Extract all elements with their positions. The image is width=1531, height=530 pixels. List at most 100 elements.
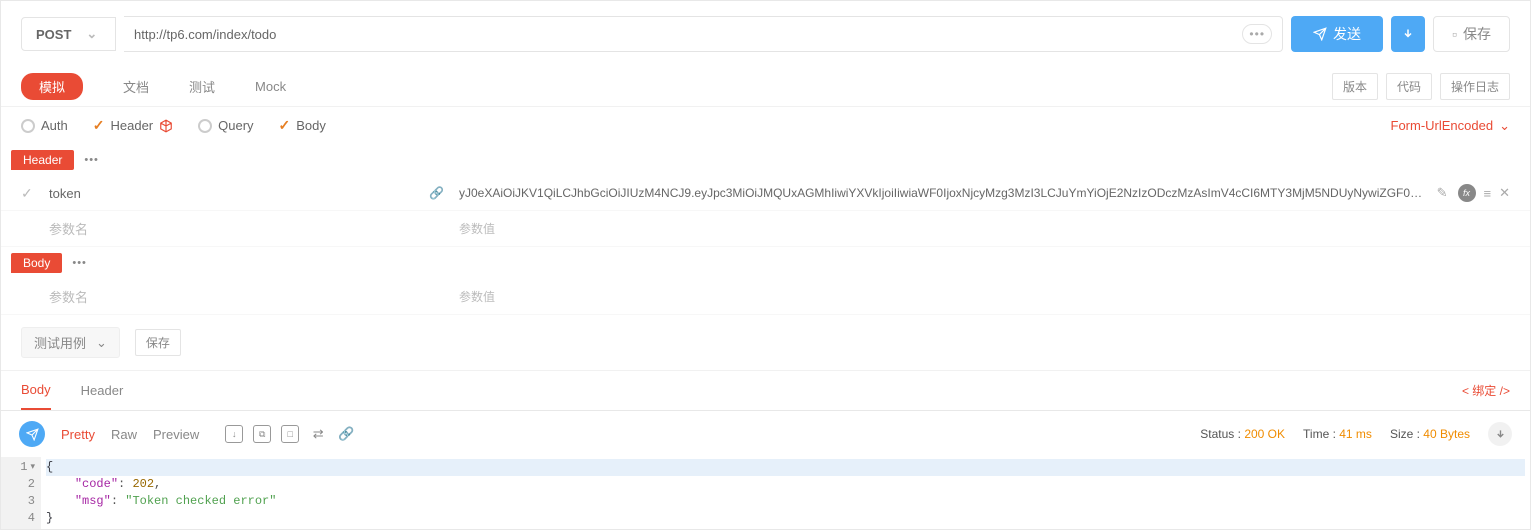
param-name-input[interactable]: 参数名	[49, 287, 419, 306]
line-gutter: 1▾ 2 3 4	[1, 457, 41, 529]
param-value-input[interactable]: 参数值	[459, 288, 1510, 305]
response-body-viewer: 1▾ 2 3 4 { "code": 202, "msg": "Token ch…	[1, 457, 1530, 529]
fold-icon[interactable]: ▾	[30, 459, 35, 476]
size-label: Size :	[1390, 427, 1420, 441]
tab-header[interactable]: ✓ Header	[93, 117, 173, 134]
radio-icon	[21, 119, 35, 133]
body-row-empty: 参数名 参数值	[1, 279, 1530, 315]
header-name[interactable]: token	[49, 186, 419, 201]
send-icon	[1313, 27, 1327, 41]
status-block: Status : 200 OK	[1200, 427, 1285, 441]
version-button[interactable]: 版本	[1332, 73, 1378, 100]
url-input[interactable]: http://tp6.com/index/todo •••	[124, 16, 1283, 52]
tool-icons: ↓ ⧉ □ ⇄ 🔗	[225, 425, 355, 443]
close-icon[interactable]: ✕	[1499, 185, 1510, 201]
url-value: http://tp6.com/index/todo	[134, 27, 1242, 42]
section-tabs: Auth ✓ Header Query ✓ Body Form-UrlEncod…	[1, 107, 1530, 144]
tab-query[interactable]: Query	[198, 118, 253, 133]
body-section-header: Body •••	[1, 247, 1530, 279]
header-section-label: Header	[11, 150, 74, 170]
edit-icon[interactable]: ✎	[1437, 185, 1448, 201]
time-value: 41 ms	[1339, 427, 1372, 441]
url-more-icon[interactable]: •••	[1242, 24, 1272, 44]
header-row-empty: 参数名 参数值	[1, 211, 1530, 247]
log-button[interactable]: 操作日志	[1440, 73, 1510, 100]
cube-icon	[159, 119, 173, 133]
bind-link[interactable]: < 绑定 />	[1462, 382, 1510, 399]
view-preview[interactable]: Preview	[153, 427, 199, 442]
link-icon[interactable]: 🔗	[429, 186, 449, 200]
send-button[interactable]: 发送	[1291, 16, 1383, 52]
test-case-bar: 测试用例 ⌄ 保存	[1, 315, 1530, 371]
tool-icon-2[interactable]: ⧉	[253, 425, 271, 443]
view-raw[interactable]: Raw	[111, 427, 137, 442]
content-type-select[interactable]: Form-UrlEncoded ⌄	[1391, 118, 1511, 134]
header-section-header: Header •••	[1, 144, 1530, 176]
header-row: ✓ token 🔗 yJ0eXAiOiJKV1QiLCJhbGciOiJIUzM…	[1, 176, 1530, 211]
mode-tabs: 模拟 文档 测试 Mock 版本 代码 操作日志	[1, 67, 1530, 107]
resp-tab-body[interactable]: Body	[21, 371, 51, 410]
tab-mock[interactable]: 模拟	[21, 73, 83, 100]
tool-icon-5[interactable]: 🔗	[337, 425, 355, 443]
chevron-down-icon: ⌄	[96, 335, 107, 351]
chevron-down-icon: ⌄	[86, 26, 97, 42]
time-label: Time :	[1303, 427, 1336, 441]
code-body[interactable]: { "code": 202, "msg": "Token checked err…	[41, 457, 1530, 529]
tab-body[interactable]: ✓ Body	[279, 117, 326, 134]
code-line: "code": 202,	[46, 476, 1525, 493]
save-icon: ▫	[1452, 26, 1457, 42]
test-case-label: 测试用例	[34, 333, 86, 352]
send-label: 发送	[1333, 24, 1361, 44]
query-label: Query	[218, 118, 253, 133]
menu-icon[interactable]: ≡	[1484, 186, 1492, 201]
status-info: Status : 200 OK Time : 41 ms Size : 40 B…	[1200, 422, 1512, 446]
param-value-input[interactable]: 参数值	[459, 220, 1510, 237]
tool-icon-4[interactable]: ⇄	[309, 425, 327, 443]
tool-icon-3[interactable]: □	[281, 425, 299, 443]
row-check-icon[interactable]: ✓	[21, 185, 39, 202]
tool-icon-1[interactable]: ↓	[225, 425, 243, 443]
tab-auth[interactable]: Auth	[21, 118, 68, 133]
status-value: 200 OK	[1244, 427, 1285, 441]
size-value: 40 Bytes	[1423, 427, 1470, 441]
test-save-button[interactable]: 保存	[135, 329, 181, 356]
download-response-icon[interactable]	[1488, 422, 1512, 446]
tab-doc[interactable]: 文档	[123, 77, 149, 96]
status-label: Status :	[1200, 427, 1241, 441]
body-label: Body	[296, 118, 326, 133]
header-label: Header	[110, 118, 153, 133]
time-block: Time : 41 ms	[1303, 427, 1372, 441]
response-tabs: Body Header < 绑定 />	[1, 371, 1530, 411]
more-icon[interactable]: •••	[72, 257, 87, 269]
line-no: 1	[20, 459, 27, 476]
download-button[interactable]	[1391, 16, 1425, 52]
tab-mock2[interactable]: Mock	[255, 79, 286, 94]
fx-icon[interactable]: fx	[1458, 184, 1476, 202]
request-bar: POST ⌄ http://tp6.com/index/todo ••• 发送 …	[1, 1, 1530, 67]
download-icon	[1402, 28, 1414, 40]
more-icon[interactable]: •••	[84, 154, 99, 166]
content-type-label: Form-UrlEncoded	[1391, 118, 1494, 133]
resend-icon[interactable]	[19, 421, 45, 447]
resp-tab-header[interactable]: Header	[81, 372, 124, 409]
test-case-select[interactable]: 测试用例 ⌄	[21, 327, 120, 358]
line-no: 2	[28, 476, 35, 493]
header-value[interactable]: yJ0eXAiOiJKV1QiLCJhbGciOiJIUzM4NCJ9.eyJp…	[459, 186, 1427, 200]
tab-test[interactable]: 测试	[189, 77, 215, 96]
param-name-input[interactable]: 参数名	[49, 219, 419, 238]
code-line: "msg": "Token checked error"	[46, 493, 1525, 510]
body-section-label: Body	[11, 253, 62, 273]
code-line: }	[46, 510, 1525, 527]
view-pretty[interactable]: Pretty	[61, 427, 95, 442]
size-block: Size : 40 Bytes	[1390, 427, 1470, 441]
method-select[interactable]: POST ⌄	[21, 17, 116, 51]
row-actions: fx ≡ ✕	[1458, 184, 1511, 202]
code-line: {	[46, 459, 1525, 476]
chevron-down-icon: ⌄	[1499, 118, 1510, 134]
radio-icon	[198, 119, 212, 133]
response-toolbar: Pretty Raw Preview ↓ ⧉ □ ⇄ 🔗 Status : 20…	[1, 411, 1530, 457]
code-button[interactable]: 代码	[1386, 73, 1432, 100]
check-icon: ✓	[93, 117, 105, 134]
msg-value: Token checked error	[132, 494, 269, 508]
save-button[interactable]: ▫ 保存	[1433, 16, 1510, 52]
